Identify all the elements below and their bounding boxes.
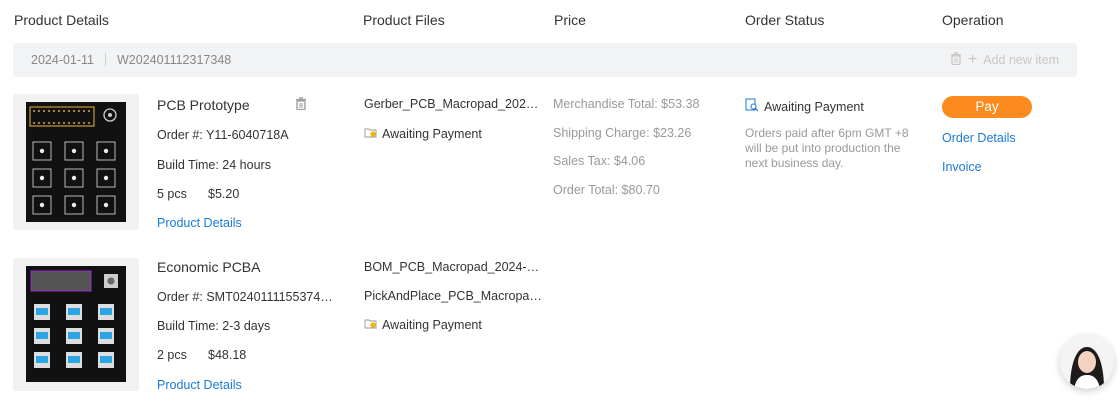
add-new-item-button[interactable]: Add new item [983, 53, 1059, 67]
product-details-link[interactable]: Product Details [157, 378, 242, 392]
pcb-prototype-thumbnail [13, 94, 139, 230]
file-status-label: Awaiting Payment [382, 318, 482, 332]
file-link[interactable]: Gerber_PCB_Macropad_2024-01-11.zip [364, 97, 544, 111]
pay-button[interactable]: Pay [942, 96, 1032, 118]
item-price: $5.20 [208, 187, 240, 201]
header-order-status: Order Status [745, 12, 825, 28]
file-status: Awaiting Payment [364, 318, 482, 332]
order-group-bar: 2024-01-11 W202401112317348 + Add new it… [13, 43, 1077, 77]
header-product-files: Product Files [363, 12, 445, 28]
file-status: Awaiting Payment [364, 127, 482, 141]
item-price: $48.18 [208, 348, 247, 362]
item-title: Economic PCBA [157, 259, 261, 275]
item-build-time: Build Time: 24 hours [157, 158, 271, 172]
item-build-time: Build Time: 2-3 days [157, 319, 271, 333]
item-order-number: Order #: SMT0240111155374… [157, 290, 333, 304]
order-date: 2024-01-11 [31, 53, 95, 67]
file-link[interactable]: BOM_PCB_Macropad_2024-01-11.xlsx [364, 260, 544, 274]
header-product-details: Product Details [14, 12, 109, 28]
trash-icon[interactable] [295, 97, 307, 115]
shipping-charge: Shipping Charge: $23.26 [553, 126, 692, 140]
merchandise-total: Merchandise Total: $53.38 [553, 97, 700, 111]
folder-clock-icon [364, 318, 377, 332]
production-note: Orders paid after 6pm GMT +8 will be put… [745, 126, 909, 170]
item-quantity: 5 pcs [157, 187, 187, 201]
document-search-icon [745, 98, 759, 115]
order-status: Awaiting Payment [745, 98, 864, 115]
plus-icon[interactable]: + [968, 52, 977, 68]
file-link[interactable]: PickAndPlace_PCB_Macropad_2024-01-11.xls… [364, 289, 544, 303]
product-details-link[interactable]: Product Details [157, 216, 242, 230]
order-status-label: Awaiting Payment [764, 99, 864, 114]
invoice-link[interactable]: Invoice [942, 160, 982, 174]
divider [105, 53, 106, 66]
folder-clock-icon [364, 127, 377, 141]
file-status-label: Awaiting Payment [382, 127, 482, 141]
economic-pcba-thumbnail [13, 258, 139, 391]
pcb-board-image [26, 102, 126, 222]
item-order-number: Order #: Y11-6040718A [157, 128, 289, 142]
header-price: Price [554, 12, 586, 28]
order-total: Order Total: $80.70 [553, 183, 660, 197]
avatar-image [1060, 335, 1114, 389]
table-header: Product Details Product Files Price Orde… [0, 0, 1119, 40]
header-operation: Operation [942, 12, 1004, 28]
item-title: PCB Prototype [157, 97, 250, 113]
sales-tax: Sales Tax: $4.06 [553, 154, 646, 168]
pcba-board-image [26, 266, 126, 382]
order-details-link[interactable]: Order Details [942, 131, 1016, 145]
trash-icon[interactable] [950, 52, 962, 68]
item-quantity: 2 pcs [157, 348, 187, 362]
support-chat-avatar[interactable] [1060, 335, 1114, 389]
order-number: W202401112317348 [117, 53, 232, 67]
